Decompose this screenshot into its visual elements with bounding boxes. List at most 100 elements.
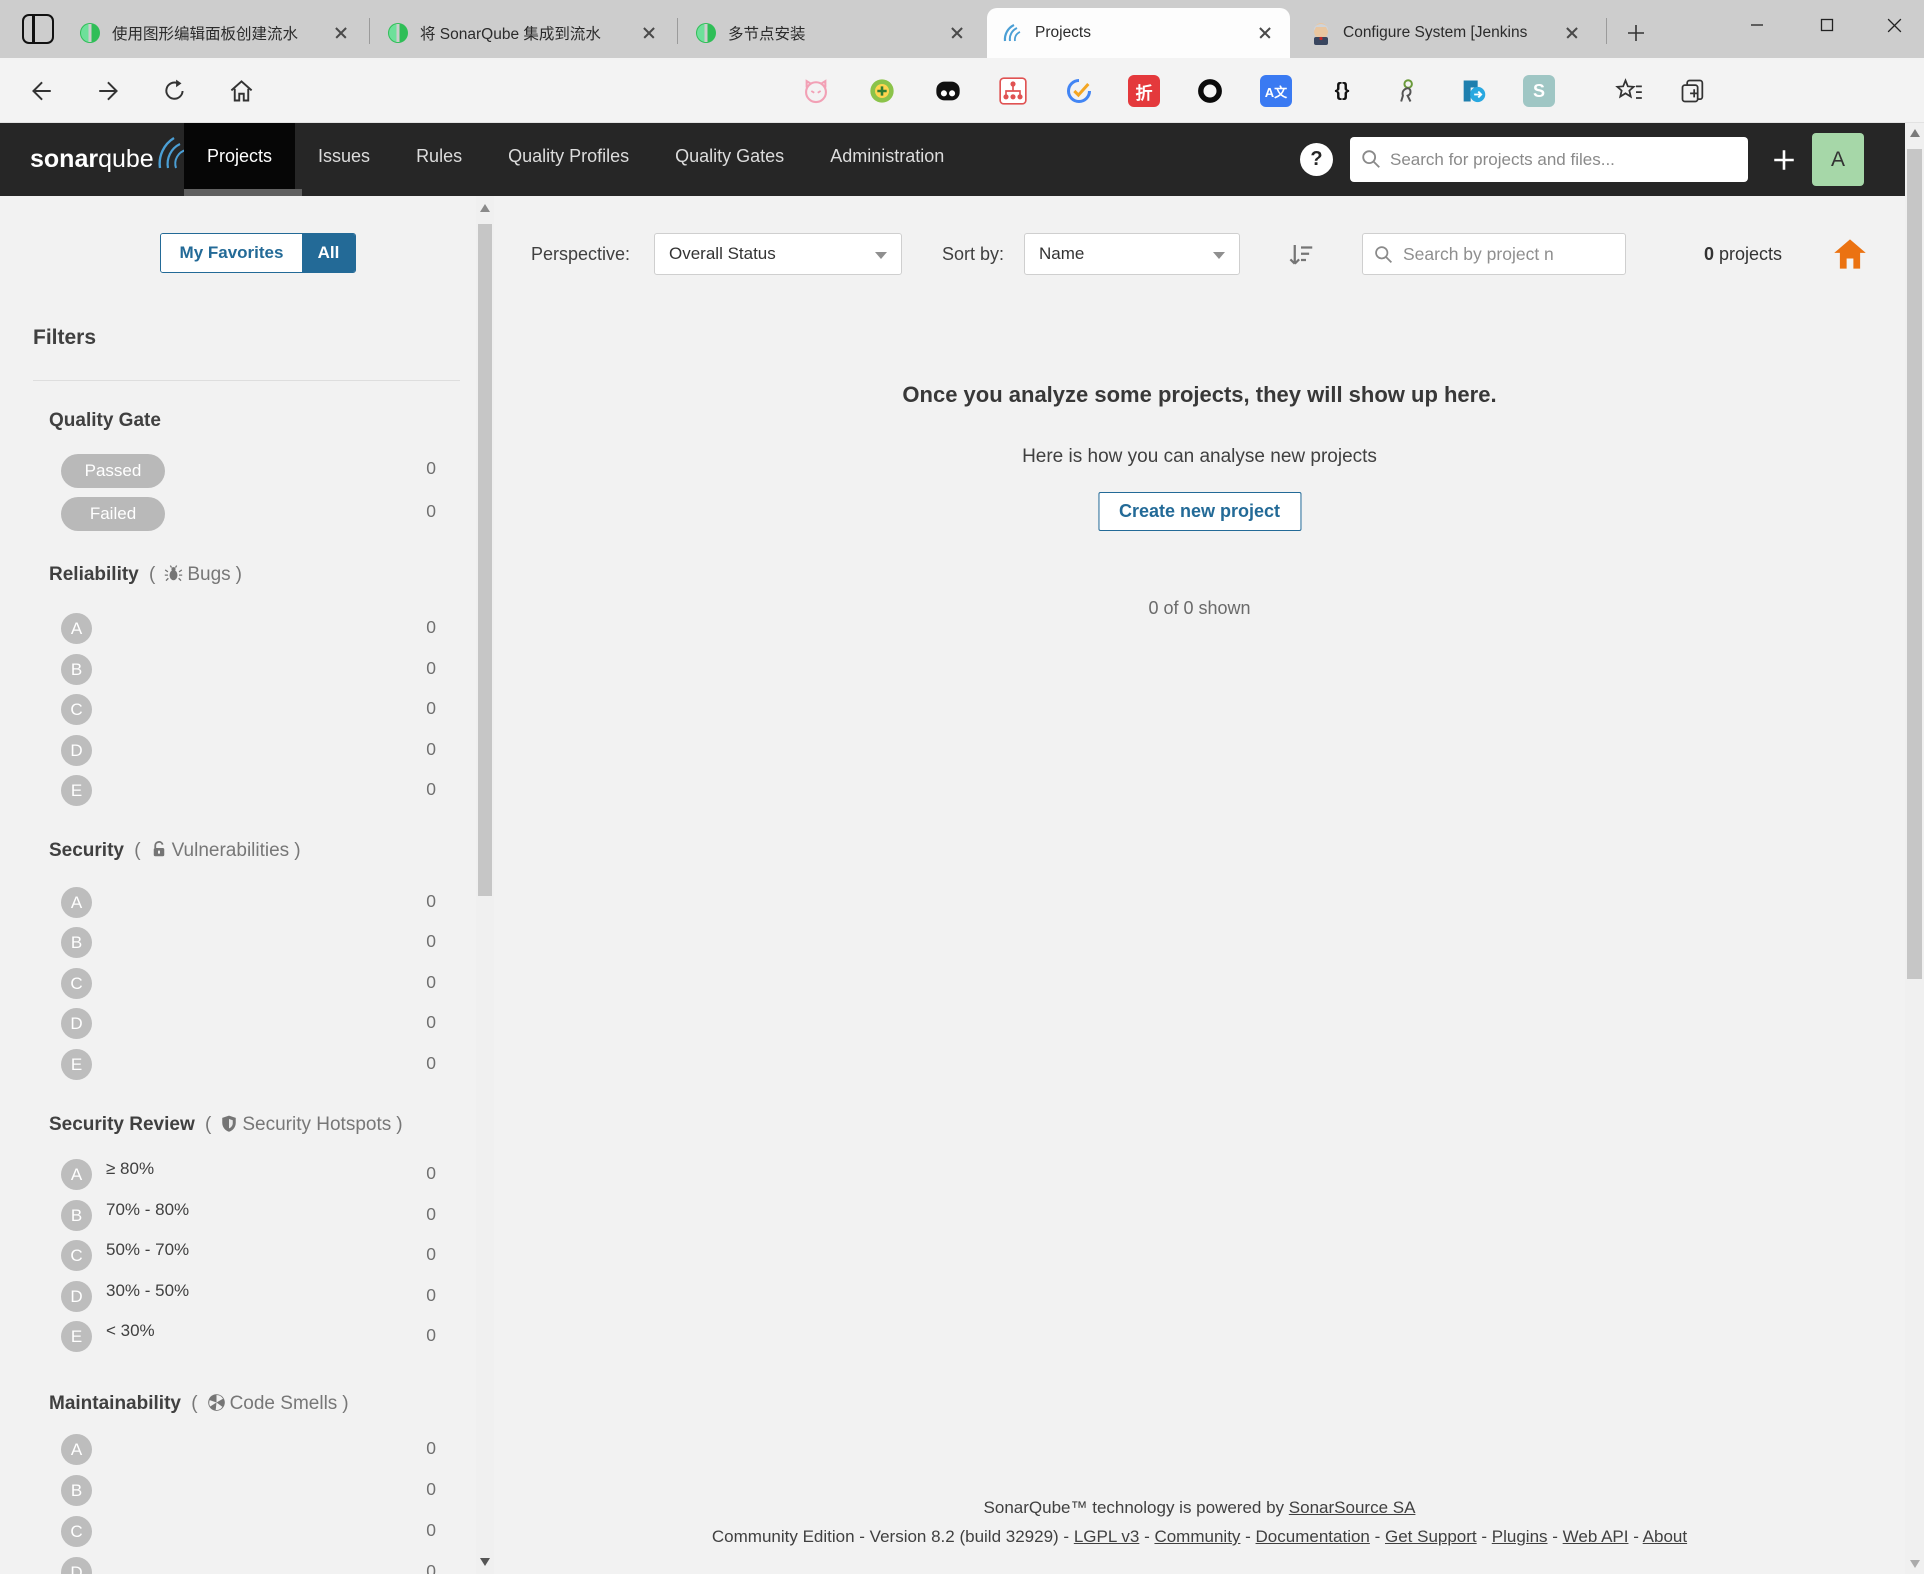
rating-row[interactable]: C0 (61, 1516, 436, 1548)
sort-direction-icon[interactable] (1286, 240, 1316, 275)
page-scrollbar[interactable] (1905, 123, 1924, 1574)
global-search-box[interactable] (1350, 137, 1748, 182)
rating-circle[interactable]: B (61, 1200, 92, 1231)
rating-row[interactable]: C0 (61, 968, 436, 1000)
ext-braces-icon[interactable]: {} (1326, 75, 1358, 107)
collections-icon[interactable] (1676, 74, 1710, 108)
sidebar-scrollbar[interactable] (476, 196, 494, 1574)
footer-link-lgpl[interactable]: LGPL v3 (1074, 1527, 1140, 1546)
perspective-select[interactable]: Overall Status (654, 233, 902, 275)
help-icon[interactable]: ? (1300, 143, 1333, 176)
forward-icon[interactable] (92, 74, 126, 108)
window-minimize-button[interactable] (1726, 0, 1788, 50)
quality-gate-option[interactable]: Failed 0 (61, 497, 436, 531)
scroll-down-icon[interactable] (480, 1558, 490, 1566)
scrollbar-thumb[interactable] (1907, 149, 1922, 979)
rating-circle[interactable]: A (61, 1434, 92, 1465)
tab-workspaces-icon[interactable] (22, 14, 54, 44)
rating-circle[interactable]: E (61, 1321, 92, 1352)
ext-green-icon[interactable] (866, 75, 898, 107)
tab-close-icon[interactable] (636, 20, 662, 46)
ext-sitemap-icon[interactable] (997, 75, 1029, 107)
ext-person-icon[interactable] (1391, 75, 1423, 107)
tab-close-icon[interactable] (328, 20, 354, 46)
ext-todo-check-icon[interactable] (1063, 75, 1095, 107)
rating-row[interactable]: B0 (61, 927, 436, 959)
rating-circle[interactable]: C (61, 694, 92, 725)
footer-link-web-api[interactable]: Web API (1563, 1527, 1629, 1546)
rating-row[interactable]: B0 (61, 654, 436, 686)
footer-link-documentation[interactable]: Documentation (1256, 1527, 1370, 1546)
rating-row[interactable]: A≥ 80%0 (61, 1159, 436, 1191)
create-new-project-button[interactable]: Create new project (1098, 492, 1301, 531)
rating-row[interactable]: B0 (61, 1475, 436, 1507)
footer-link-get-support[interactable]: Get Support (1385, 1527, 1477, 1546)
nav-item-administration[interactable]: Administration (807, 123, 967, 189)
home-icon[interactable] (224, 74, 258, 108)
set-homepage-icon[interactable] (1832, 236, 1868, 272)
nav-item-rules[interactable]: Rules (393, 123, 485, 189)
rating-row[interactable]: A0 (61, 887, 436, 919)
nav-item-projects[interactable]: Projects (184, 123, 295, 189)
rating-circle[interactable]: A (61, 613, 92, 644)
failed-pill[interactable]: Failed (61, 497, 165, 531)
rating-circle[interactable]: D (61, 735, 92, 766)
rating-circle[interactable]: D (61, 1008, 92, 1039)
nav-item-quality-profiles[interactable]: Quality Profiles (485, 123, 652, 189)
my-favorites-button[interactable]: My Favorites (161, 234, 302, 272)
sonarsource-link[interactable]: SonarSource SA (1289, 1498, 1416, 1517)
ext-s-icon[interactable]: S (1523, 75, 1555, 107)
browser-tab-active-projects[interactable]: Projects (987, 8, 1290, 58)
ext-zhe-coupon-icon[interactable]: 折 (1128, 75, 1160, 107)
window-maximize-button[interactable] (1796, 0, 1858, 50)
browser-tab-5[interactable]: Configure System [Jenkins (1295, 8, 1597, 58)
rating-circle[interactable]: C (61, 1240, 92, 1271)
rating-circle[interactable]: B (61, 927, 92, 958)
rating-circle[interactable]: C (61, 1516, 92, 1547)
rating-row[interactable]: C50% - 70%0 (61, 1240, 436, 1272)
browser-tab-3[interactable]: 多节点安装 (680, 8, 982, 58)
passed-pill[interactable]: Passed (61, 454, 165, 488)
rating-circle[interactable]: A (61, 887, 92, 918)
rating-row[interactable]: E0 (61, 775, 436, 807)
rating-row[interactable]: A0 (61, 1434, 436, 1466)
rating-row[interactable]: D0 (61, 735, 436, 767)
rating-circle[interactable]: C (61, 968, 92, 999)
scroll-up-icon[interactable] (1910, 129, 1920, 137)
rating-circle[interactable]: D (61, 1281, 92, 1312)
rating-row[interactable]: D0 (61, 1557, 436, 1574)
rating-circle[interactable]: D (61, 1557, 92, 1574)
scroll-down-icon[interactable] (1910, 1560, 1920, 1568)
global-search-input[interactable] (1390, 137, 1740, 182)
add-project-plus-icon[interactable] (1764, 141, 1804, 179)
refresh-icon[interactable] (158, 74, 192, 108)
browser-tab-1[interactable]: 使用图形编辑面板创建流水 (64, 8, 366, 58)
ext-translate-icon[interactable]: A文 (1260, 75, 1292, 107)
quality-gate-option[interactable]: Passed 0 (61, 454, 436, 488)
rating-circle[interactable]: E (61, 775, 92, 806)
rating-row[interactable]: B70% - 80%0 (61, 1200, 436, 1232)
scrollbar-thumb[interactable] (478, 224, 492, 896)
footer-link-about[interactable]: About (1643, 1527, 1687, 1546)
sort-select[interactable]: Name (1024, 233, 1240, 275)
nav-item-quality-gates[interactable]: Quality Gates (652, 123, 807, 189)
favorites-hub-icon[interactable] (1612, 74, 1646, 108)
window-close-button[interactable] (1864, 0, 1924, 50)
ext-mask-icon[interactable] (932, 75, 964, 107)
tab-close-icon[interactable] (1559, 20, 1585, 46)
rating-row[interactable]: C0 (61, 694, 436, 726)
ext-share-icon[interactable] (1457, 75, 1489, 107)
nav-item-issues[interactable]: Issues (295, 123, 393, 189)
ext-ring-icon[interactable] (1194, 75, 1226, 107)
all-button[interactable]: All (302, 234, 355, 272)
rating-row[interactable]: D0 (61, 1008, 436, 1040)
rating-row[interactable]: E0 (61, 1049, 436, 1081)
rating-circle[interactable]: B (61, 654, 92, 685)
rating-circle[interactable]: E (61, 1049, 92, 1080)
project-search-box[interactable] (1362, 233, 1626, 275)
tab-close-icon[interactable] (1252, 20, 1278, 46)
sonarqube-logo[interactable]: sonarqube (30, 123, 194, 196)
user-avatar[interactable]: A (1812, 133, 1864, 186)
ext-cat-icon[interactable] (800, 75, 832, 107)
rating-row[interactable]: E< 30%0 (61, 1321, 436, 1353)
